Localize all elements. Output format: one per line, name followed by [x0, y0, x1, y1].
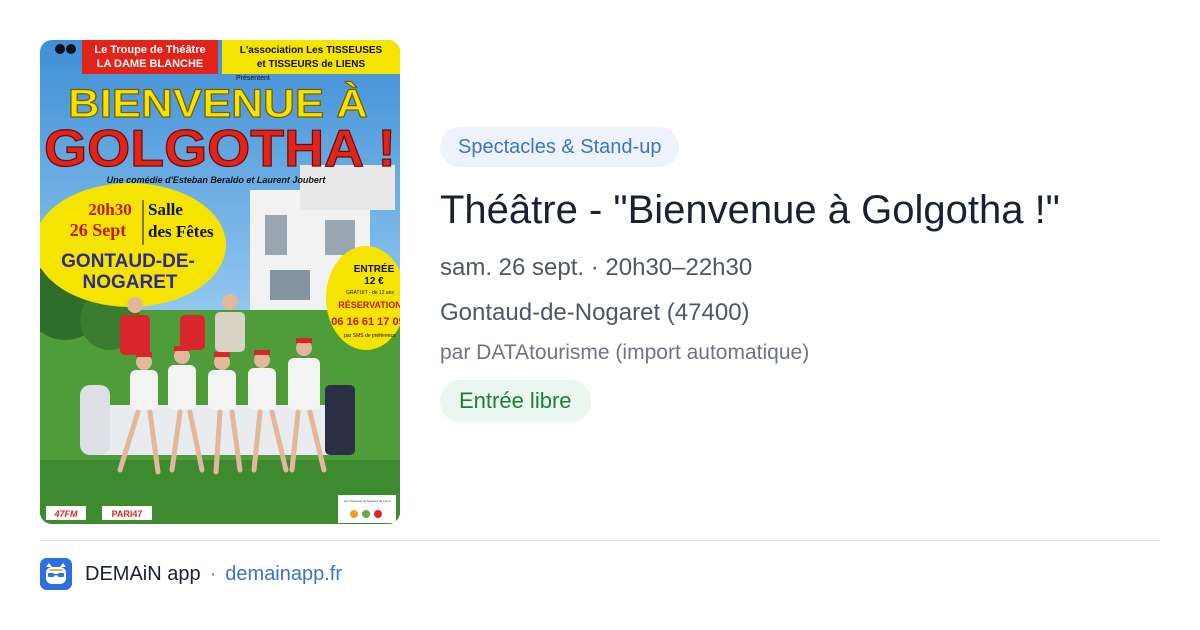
- event-poster[interactable]: Le Troupe de Théâtre LA DAME BLANCHE L'a…: [40, 40, 400, 524]
- poster-venue-line2: des Fêtes: [148, 222, 214, 241]
- poster-reservation-note: par SMS de préférence: [344, 333, 396, 339]
- poster-troupe-line1: Le Troupe de Théâtre: [94, 44, 205, 56]
- poster-venue-line1: Salle: [148, 200, 183, 219]
- poster-entry-price: 12 €: [364, 276, 384, 287]
- price-badge: Entrée libre: [440, 380, 591, 422]
- poster-reservation-phone: 06 16 61 17 09: [331, 316, 400, 328]
- domain-link[interactable]: demainapp.fr: [225, 563, 342, 586]
- poster-sponsor-radio: 47FM: [53, 509, 78, 519]
- footer-divider: [40, 540, 1160, 541]
- poster-entry-label: ENTRÉE: [354, 262, 395, 275]
- poster-title-line2: GOLGOTHA !: [44, 120, 396, 178]
- event-title[interactable]: Théâtre - "Bienvenue à Golgotha !": [440, 186, 1160, 234]
- poster-town-line1: GONTAUD-DE-: [61, 251, 195, 272]
- footer-separator: ·: [209, 562, 217, 585]
- poster-presentent: Présentent: [236, 75, 270, 82]
- poster-reservation-label: RÉSERVATION: [338, 300, 400, 310]
- event-location: Gontaud-de-Nogaret (47400): [440, 299, 750, 326]
- poster-sponsor-assoc: Les Tisseuses et Tisseurs de Liens: [344, 499, 391, 503]
- poster-association-line1: L'association Les TISSEUSES: [240, 45, 383, 56]
- demain-app-icon: [40, 558, 72, 590]
- event-details: Spectacles & Stand-up Théâtre - "Bienven…: [440, 127, 1160, 422]
- poster-town-line2: NOGARET: [83, 272, 178, 293]
- poster-troupe-line2: LA DAME BLANCHE: [97, 58, 204, 70]
- poster-date: 26 Sept: [70, 220, 127, 240]
- poster-sponsor-paris: PARI47: [112, 509, 143, 519]
- app-name: DEMAiN app: [85, 562, 201, 585]
- poster-entry-free: GRATUIT - de 12 ans: [346, 290, 394, 296]
- footer: DEMAiN app · demainapp.fr: [40, 558, 342, 590]
- category-badge[interactable]: Spectacles & Stand-up: [440, 127, 680, 167]
- poster-association-line2: et TISSEURS de LIENS: [257, 59, 366, 70]
- event-datetime: sam. 26 sept. · 20h30–22h30: [440, 254, 753, 281]
- poster-time: 20h30: [88, 200, 131, 219]
- event-source: par DATAtourisme (import automatique): [440, 341, 810, 364]
